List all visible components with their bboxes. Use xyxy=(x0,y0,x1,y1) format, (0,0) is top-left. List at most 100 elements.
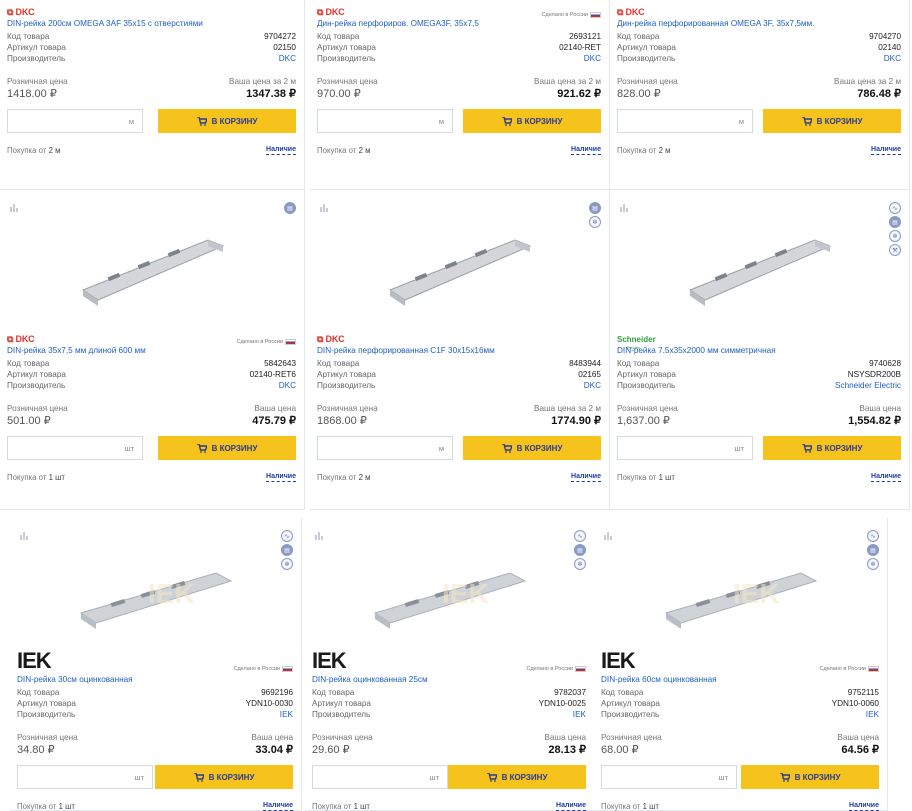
mfr-value[interactable]: IEK xyxy=(866,709,879,720)
card-action-icons: ∿ ▤ ✲ xyxy=(574,530,586,570)
document-icon[interactable]: ▤ xyxy=(889,216,901,228)
document-icon[interactable]: ▤ xyxy=(867,544,879,556)
availability-link[interactable]: Наличие xyxy=(849,802,879,811)
price-labels: Розничная цена Ваша цена за 2 м xyxy=(7,77,296,86)
card-footer: Покупка от 2 м Наличие xyxy=(317,146,601,155)
characteristic-curve-icon[interactable]: ∿ xyxy=(281,530,293,542)
card-footer: Покупка от 2 м Наличие xyxy=(617,146,901,155)
spec-row: Код товара 2693121 xyxy=(317,32,601,41)
mfr-value[interactable]: Schneider Electric xyxy=(835,380,901,391)
card-action-icons: ∿ ▤ ✲ xyxy=(867,530,879,570)
add-to-cart-button[interactable]: В КОРЗИНУ xyxy=(741,765,879,789)
product-title[interactable]: DIN-рейка оцинкованная 25см xyxy=(312,675,586,684)
mfr-value[interactable]: IEK xyxy=(280,709,293,720)
add-to-cart-button[interactable]: В КОРЗИНУ xyxy=(763,109,901,133)
add-to-cart-button[interactable]: В КОРЗИНУ xyxy=(763,436,901,460)
availability-link[interactable]: Наличие xyxy=(263,802,293,811)
product-image[interactable]: IEK xyxy=(370,563,530,635)
add-to-cart-button[interactable]: В КОРЗИНУ xyxy=(158,436,296,460)
document-icon[interactable]: ▤ xyxy=(574,544,586,556)
add-to-cart-button[interactable]: В КОРЗИНУ xyxy=(158,109,296,133)
gear-icon[interactable]: ✲ xyxy=(281,558,293,570)
availability-link[interactable]: Наличие xyxy=(571,146,601,155)
add-to-cart-button[interactable]: В КОРЗИНУ xyxy=(463,436,601,460)
add-to-cart-button[interactable]: В КОРЗИНУ xyxy=(155,765,293,789)
prices: 970.00 ₽ 921.62 ₽ xyxy=(317,87,601,100)
document-icon[interactable]: ▤ xyxy=(589,202,601,214)
product-image[interactable]: IEK xyxy=(76,563,236,635)
gear-icon[interactable]: ✲ xyxy=(589,216,601,228)
mfr-value[interactable]: IEK xyxy=(573,709,586,720)
price-labels: Розничная цена Ваша цена xyxy=(312,733,586,742)
retail-price: 501.00 ₽ xyxy=(7,415,51,427)
product-title[interactable]: DIN-рейка 35x7,5 мм длиной 600 мм xyxy=(7,346,296,355)
mfr-value[interactable]: DKC xyxy=(584,53,601,64)
characteristic-curve-icon[interactable]: ∿ xyxy=(867,530,879,542)
wrench-icon[interactable]: ⚒ xyxy=(889,244,901,256)
your-price: 786.48 ₽ xyxy=(857,88,901,100)
min-qty: 2 м xyxy=(658,146,671,155)
mfr-value[interactable]: DKC xyxy=(884,53,901,64)
product-title[interactable]: DIN-рейка 200см OMEGA 3AF 35x15 с отверс… xyxy=(7,19,296,28)
quantity-input[interactable]: шт xyxy=(7,436,143,460)
retail-price: 1418.00 ₽ xyxy=(7,88,57,100)
availability-link[interactable]: Наличие xyxy=(871,473,901,482)
availability-link[interactable]: Наличие xyxy=(266,146,296,155)
spec-row: Артикул товара 02140-RET6 xyxy=(7,370,296,379)
card-action-icons: ∿ ▤ ✲ xyxy=(281,530,293,570)
quantity-input[interactable]: м xyxy=(617,109,753,133)
gear-icon[interactable]: ✲ xyxy=(574,558,586,570)
art-value: YDN10-0030 xyxy=(245,699,293,708)
document-icon[interactable]: ▤ xyxy=(281,544,293,556)
quantity-input[interactable]: шт xyxy=(312,765,448,789)
product-image[interactable] xyxy=(78,230,228,312)
product-card: ∿ ▤ ✲ IEK IEK Сделано в России DIN-рейка 30с… xyxy=(10,518,302,811)
characteristic-curve-icon[interactable]: ∿ xyxy=(574,530,586,542)
mfr-value[interactable]: DKC xyxy=(279,53,296,64)
quantity-input[interactable]: шт xyxy=(617,436,753,460)
availability-link[interactable]: Наличие xyxy=(266,473,296,482)
product-title[interactable]: DIN-рейка 7.5x35x2000 мм симметричная xyxy=(617,346,901,355)
product-image[interactable] xyxy=(685,230,835,312)
product-title[interactable]: DIN-рейка 30см оцинкованная xyxy=(17,675,293,684)
availability-link[interactable]: Наличие xyxy=(571,473,601,482)
cart-icon xyxy=(801,443,812,453)
mfr-value[interactable]: DKC xyxy=(584,380,601,391)
cart-icon xyxy=(196,116,207,126)
availability-link[interactable]: Наличие xyxy=(556,802,586,811)
gear-icon[interactable]: ✲ xyxy=(889,230,901,242)
product-title[interactable]: Дин-рейка перфорированная OMEGA 3F, 35x7… xyxy=(617,19,901,28)
product-image[interactable] xyxy=(385,230,535,312)
bar-chart-icon[interactable] xyxy=(619,202,629,212)
mfr-value[interactable]: DKC xyxy=(279,380,296,391)
code-value: 9704270 xyxy=(869,32,901,41)
bar-chart-icon[interactable] xyxy=(19,530,29,540)
bar-chart-icon[interactable] xyxy=(9,202,19,212)
quantity-input[interactable]: м xyxy=(317,436,453,460)
spec-row: Код товара 9692196 xyxy=(17,688,293,697)
product-title[interactable]: DIN-рейка перфорированная C1F 30x15x16мм xyxy=(317,346,601,355)
code-value: 8483944 xyxy=(569,359,601,368)
gear-icon[interactable]: ✲ xyxy=(867,558,879,570)
add-to-cart-button[interactable]: В КОРЗИНУ xyxy=(448,765,586,789)
product-title[interactable]: Дин-рейка перфориров. OMEGA3F, 35x7,5 xyxy=(317,19,601,28)
spec-row: Артикул товара YDN10-0030 xyxy=(17,699,293,708)
product-image[interactable]: IEK xyxy=(661,563,821,635)
price-labels: Розничная цена Ваша цена xyxy=(17,733,293,742)
product-title[interactable]: DIN-рейка 60см оцинкованная xyxy=(601,675,879,684)
availability-link[interactable]: Наличие xyxy=(871,146,901,155)
russia-flag-icon xyxy=(285,339,296,345)
characteristic-curve-icon[interactable]: ∿ xyxy=(889,202,901,214)
spec-row: Артикул товара 02150 xyxy=(7,43,296,52)
cart-icon xyxy=(779,772,790,782)
bar-chart-icon[interactable] xyxy=(319,202,329,212)
quantity-input[interactable]: шт xyxy=(601,765,737,789)
quantity-input[interactable]: м xyxy=(317,109,453,133)
prices: 501.00 ₽ 475.79 ₽ xyxy=(7,414,296,427)
add-to-cart-button[interactable]: В КОРЗИНУ xyxy=(463,109,601,133)
bar-chart-icon[interactable] xyxy=(603,530,613,540)
quantity-input[interactable]: шт xyxy=(17,765,153,789)
document-icon[interactable]: ▤ xyxy=(284,202,296,214)
quantity-input[interactable]: м xyxy=(7,109,143,133)
bar-chart-icon[interactable] xyxy=(314,530,324,540)
